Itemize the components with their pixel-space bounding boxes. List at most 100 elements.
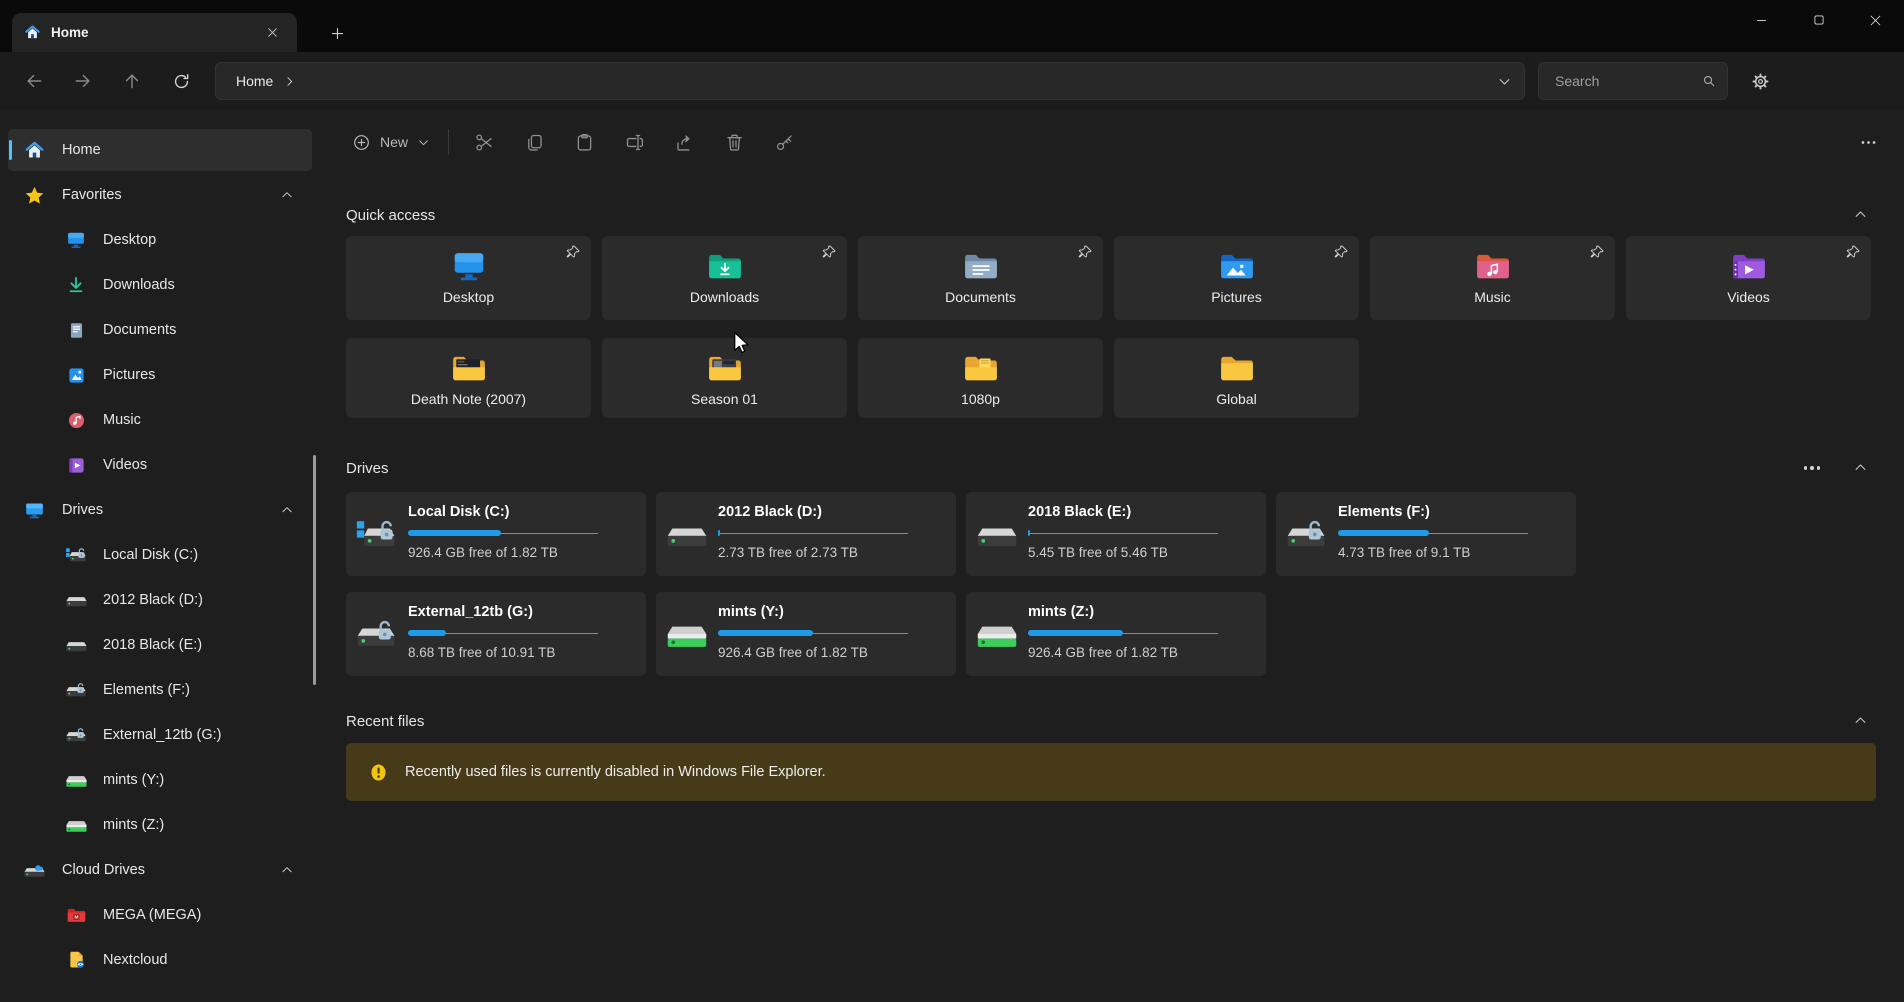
- drive-info: Local Disk (C:) 926.4 GB free of 1.82 TB: [408, 492, 598, 576]
- drive-icon: [64, 591, 88, 609]
- search-icon[interactable]: [1701, 73, 1717, 89]
- drives-more-button[interactable]: [1804, 460, 1821, 476]
- address-bar[interactable]: Home: [215, 62, 1525, 100]
- copy-button[interactable]: [514, 124, 554, 160]
- delete-button[interactable]: [714, 124, 754, 160]
- new-tab-button[interactable]: [322, 18, 352, 48]
- chevron-down-icon: [417, 136, 430, 149]
- search-input[interactable]: [1553, 72, 1701, 90]
- rename-button[interactable]: [614, 124, 654, 160]
- sidebar-item-mints-z[interactable]: mints (Z:): [8, 804, 312, 846]
- titlebar: Home: [0, 0, 1904, 52]
- tile-label: Downloads: [690, 289, 759, 305]
- drive-capacity: 4.73 TB free of 9.1 TB: [1338, 545, 1528, 560]
- tab-title: Home: [51, 25, 259, 40]
- sidebar-item-mega[interactable]: M MEGA (MEGA): [8, 894, 312, 936]
- sidebar-item-2012-black-d[interactable]: 2012 Black (D:): [8, 579, 312, 621]
- system-drive-bitlocker-icon: [346, 492, 408, 576]
- tile-videos[interactable]: Videos: [1626, 236, 1871, 320]
- sidebar-item-music[interactable]: Music: [8, 399, 312, 441]
- pin-icon: [565, 244, 581, 260]
- sidebar-item-documents[interactable]: Documents: [8, 309, 312, 351]
- tile-1080p[interactable]: 1080p: [858, 338, 1103, 418]
- sidebar-item-elements-f[interactable]: Elements (F:): [8, 669, 312, 711]
- sidebar-item-external-12tb-g[interactable]: External_12tb (G:): [8, 714, 312, 756]
- new-button[interactable]: New: [342, 124, 440, 160]
- drive-tile-mints-y[interactable]: mints (Y:) 926.4 GB free of 1.82 TB: [656, 592, 956, 676]
- sidebar-item-home[interactable]: Home: [8, 129, 312, 171]
- drive-name: External_12tb (G:): [408, 604, 598, 620]
- drive-tile-2018-black-e[interactable]: 2018 Black (E:) 5.45 TB free of 5.46 TB: [966, 492, 1266, 576]
- collapse-chevron-icon[interactable]: [1853, 207, 1868, 222]
- properties-button[interactable]: [764, 124, 804, 160]
- minimize-button[interactable]: [1733, 0, 1790, 40]
- section-title: Recent files: [346, 713, 424, 730]
- sidebar-item-mints-y[interactable]: mints (Y:): [8, 759, 312, 801]
- sidebar-scrollbar[interactable]: [313, 455, 316, 685]
- sidebar-item-downloads[interactable]: Downloads: [8, 264, 312, 306]
- tile-global[interactable]: Global: [1114, 338, 1359, 418]
- sidebar-item-local-disk-c[interactable]: Local Disk (C:): [8, 534, 312, 576]
- tile-season-01[interactable]: Season 01: [602, 338, 847, 418]
- sidebar-item-label: MEGA (MEGA): [103, 907, 201, 923]
- maximize-button[interactable]: [1790, 0, 1847, 40]
- up-button[interactable]: [112, 63, 152, 99]
- sidebar-item-cloud-drives[interactable]: Cloud Drives: [8, 849, 312, 891]
- sidebar-item-favorites[interactable]: Favorites: [8, 174, 312, 216]
- selection-indicator: [9, 140, 12, 160]
- drive-capacity: 2.73 TB free of 2.73 TB: [718, 545, 908, 560]
- chevron-up-icon[interactable]: [280, 863, 294, 877]
- collapse-chevron-icon[interactable]: [1853, 460, 1868, 475]
- drive-bitlocker-icon: [346, 592, 408, 676]
- drive-name: 2018 Black (E:): [1028, 504, 1218, 520]
- close-window-button[interactable]: [1847, 0, 1904, 40]
- drive-name: mints (Y:): [718, 604, 908, 620]
- share-button[interactable]: [664, 124, 704, 160]
- sidebar-item-drives[interactable]: Drives: [8, 489, 312, 531]
- chevron-down-icon[interactable]: [1497, 74, 1512, 89]
- search-box[interactable]: [1538, 62, 1728, 100]
- drive-tile-external-12tb-g[interactable]: External_12tb (G:) 8.68 TB free of 10.91…: [346, 592, 646, 676]
- content-area: Quick access Desktop: [346, 174, 1876, 801]
- drives-grid: Local Disk (C:) 926.4 GB free of 1.82 TB…: [346, 492, 1876, 676]
- recent-files-warning-banner: Recently used files is currently disable…: [346, 743, 1876, 801]
- sidebar-item-nextcloud[interactable]: Nextcloud: [8, 939, 312, 981]
- toolbar-more-button[interactable]: [1850, 124, 1886, 160]
- sidebar-item-videos[interactable]: Videos: [8, 444, 312, 486]
- sidebar-item-desktop[interactable]: Desktop: [8, 219, 312, 261]
- home-icon: [22, 140, 46, 161]
- paste-button[interactable]: [564, 124, 604, 160]
- drive-tile-2012-black-d[interactable]: 2012 Black (D:) 2.73 TB free of 2.73 TB: [656, 492, 956, 576]
- breadcrumb[interactable]: Home: [236, 73, 273, 89]
- section-title: Drives: [346, 460, 389, 477]
- sidebar-item-pictures[interactable]: Pictures: [8, 354, 312, 396]
- drive-info: mints (Y:) 926.4 GB free of 1.82 TB: [718, 592, 908, 676]
- sidebar-item-label: Cloud Drives: [62, 862, 145, 878]
- collapse-chevron-icon[interactable]: [1853, 713, 1868, 728]
- drive-bitlocker-icon: [64, 726, 88, 744]
- cut-button[interactable]: [464, 124, 504, 160]
- settings-button[interactable]: [1740, 63, 1780, 99]
- chevron-up-icon[interactable]: [280, 503, 294, 517]
- drive-tile-elements-f[interactable]: Elements (F:) 4.73 TB free of 9.1 TB: [1276, 492, 1576, 576]
- forward-button[interactable]: [63, 63, 103, 99]
- back-button[interactable]: [14, 63, 54, 99]
- tab-close-button[interactable]: [259, 20, 285, 46]
- drive-linux-icon: [656, 592, 718, 676]
- folder-thumbnail-icon: [450, 347, 488, 389]
- chevron-up-icon[interactable]: [280, 188, 294, 202]
- drive-usage-bar: [718, 530, 908, 536]
- drive-tile-mints-z[interactable]: mints (Z:) 926.4 GB free of 1.82 TB: [966, 592, 1266, 676]
- tile-downloads[interactable]: Downloads: [602, 236, 847, 320]
- drive-tile-local-disk-c[interactable]: Local Disk (C:) 926.4 GB free of 1.82 TB: [346, 492, 646, 576]
- tile-music[interactable]: Music: [1370, 236, 1615, 320]
- tile-pictures[interactable]: Pictures: [1114, 236, 1359, 320]
- tab-home[interactable]: Home: [12, 13, 297, 52]
- refresh-button[interactable]: [161, 63, 201, 99]
- main-panel: New: [320, 110, 1904, 1002]
- tile-death-note[interactable]: Death Note (2007): [346, 338, 591, 418]
- sidebar-item-label: 2018 Black (E:): [103, 637, 202, 653]
- sidebar-item-2018-black-e[interactable]: 2018 Black (E:): [8, 624, 312, 666]
- tile-documents[interactable]: Documents: [858, 236, 1103, 320]
- tile-desktop[interactable]: Desktop: [346, 236, 591, 320]
